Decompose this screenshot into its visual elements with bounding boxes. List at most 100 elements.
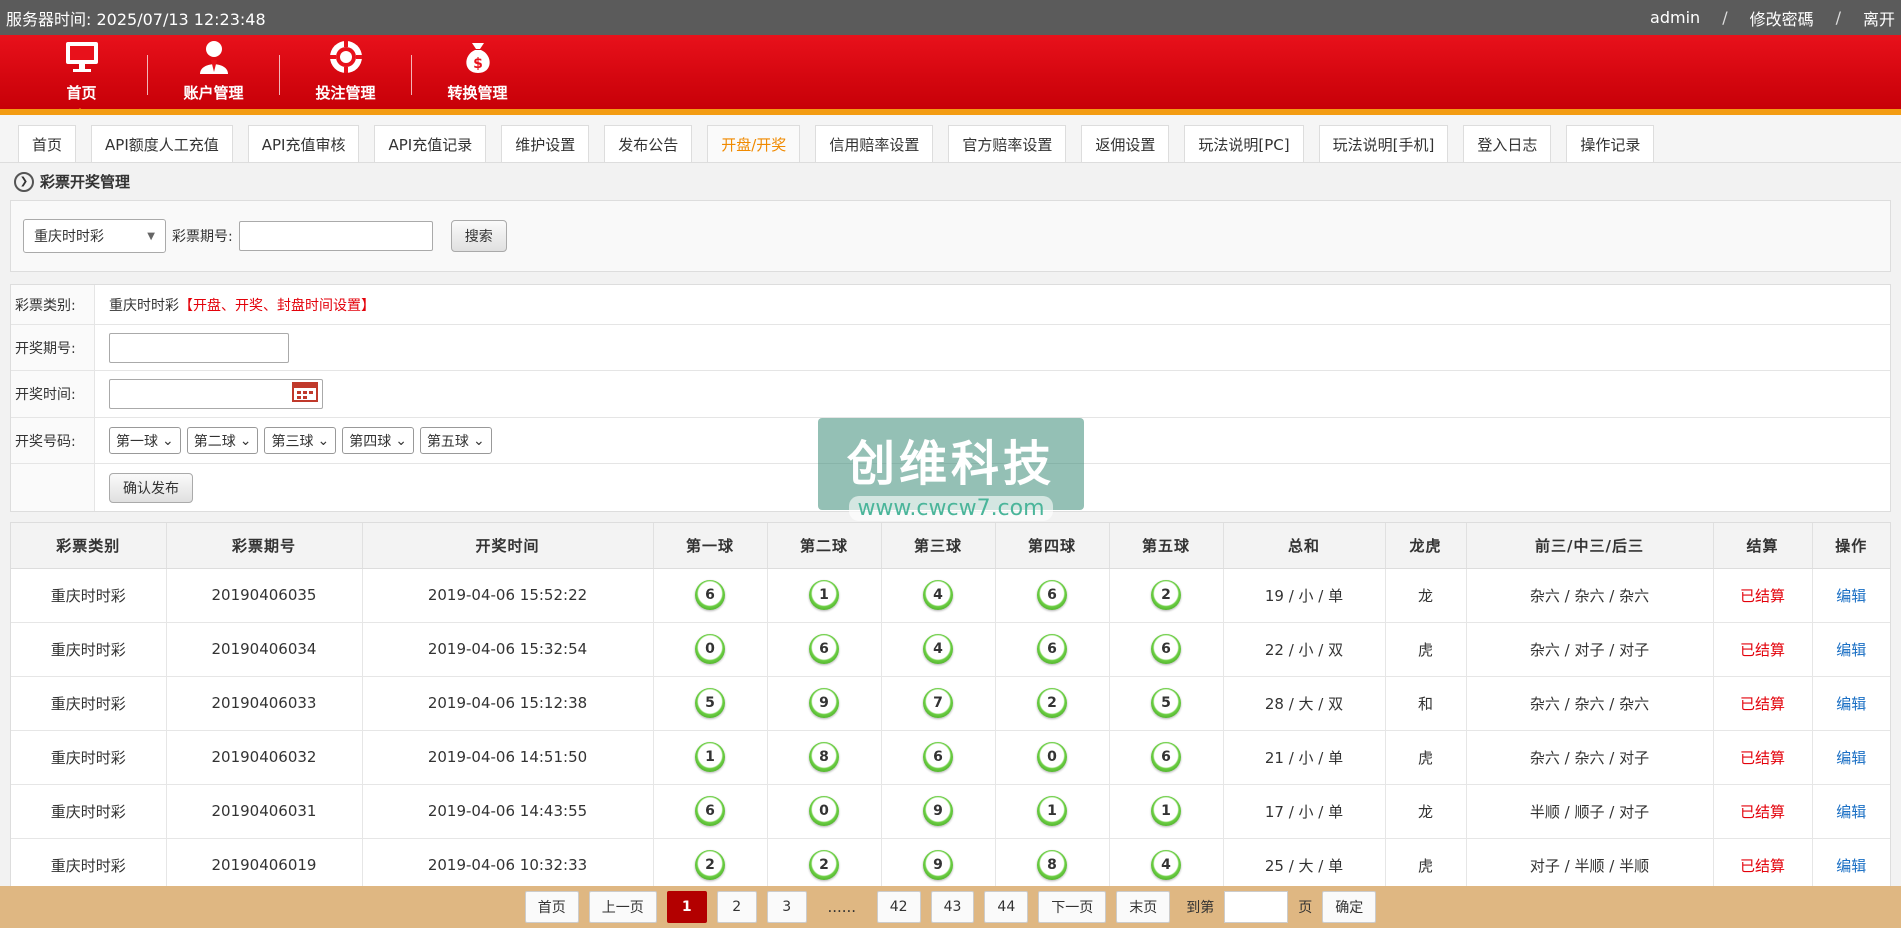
cell-issue: 20190406034 [166, 622, 363, 677]
ball-number: 5 [695, 688, 725, 718]
cell-op: 编辑 [1812, 784, 1890, 839]
tab-rules-mobile[interactable]: 玩法说明[手机] [1318, 125, 1449, 162]
chip-icon [326, 37, 366, 77]
pager-page-2[interactable]: 2 [716, 891, 757, 923]
issue-search-input[interactable] [238, 221, 433, 251]
cell-sum: 28 / 大 / 双 [1223, 676, 1386, 731]
pager-page-42[interactable]: 42 [876, 891, 921, 923]
tab-credit-odds[interactable]: 信用赔率设置 [815, 125, 934, 162]
tab-api-manual-recharge[interactable]: API额度人工充值 [91, 125, 233, 162]
cell-b3: 9 [881, 784, 996, 839]
edit-link[interactable]: 编辑 [1836, 641, 1866, 659]
status-badge: 已结算 [1739, 802, 1785, 821]
pager-page-44[interactable]: 44 [984, 891, 1029, 923]
username: admin [1650, 8, 1701, 27]
pager-next[interactable]: 下一页 [1038, 891, 1107, 923]
tab-announcement[interactable]: 发布公告 [604, 125, 693, 162]
edit-link[interactable]: 编辑 [1836, 857, 1866, 875]
search-button[interactable]: 搜索 [450, 220, 507, 252]
edit-link[interactable]: 编辑 [1836, 749, 1866, 767]
draw-code-label: 开奖号码: [11, 418, 95, 463]
lottery-select[interactable]: 重庆时时彩 ▼ [23, 219, 166, 253]
ball-number: 0 [695, 634, 725, 664]
ball-number: 6 [1037, 580, 1067, 610]
cell-status: 已结算 [1713, 730, 1813, 785]
chevron-right-icon: ❯ [14, 171, 34, 192]
issue-label: 彩票期号: [172, 229, 233, 245]
nav-label: 账户管理 [183, 84, 244, 102]
draw-time-input[interactable] [109, 379, 323, 409]
tab-rules-pc[interactable]: 玩法说明[PC] [1184, 125, 1304, 162]
ball-5-select[interactable]: 第五球 ⌄ [419, 427, 492, 454]
ball-2-select[interactable]: 第二球 ⌄ [186, 427, 259, 454]
cell-b1: 1 [653, 730, 768, 785]
main-nav: 首页 账户管理 投注管理 $ 转换管理 [0, 35, 1901, 115]
separator: / [1835, 8, 1841, 27]
cell-sum: 21 / 小 / 单 [1223, 730, 1386, 785]
ball-1-select[interactable]: 第一球 ⌄ [109, 427, 181, 454]
ball-number: 2 [809, 850, 839, 880]
ball-number: 4 [923, 634, 953, 664]
cell-b5: 6 [1109, 622, 1224, 677]
status-badge: 已结算 [1739, 748, 1785, 767]
pager-prev[interactable]: 上一页 [588, 891, 657, 923]
ball-number: 8 [1037, 850, 1067, 880]
ball-3-select[interactable]: 第三球 ⌄ [264, 427, 337, 454]
goto-page-input[interactable] [1224, 891, 1289, 923]
goto-label: 到第 [1186, 900, 1215, 916]
edit-link[interactable]: 编辑 [1836, 695, 1866, 713]
cell-time: 2019-04-06 15:52:22 [362, 568, 654, 623]
tab-operation-log[interactable]: 操作记录 [1566, 125, 1655, 162]
chevron-down-icon: ⌄ [317, 432, 330, 449]
ball-number: 4 [923, 580, 953, 610]
cell-time: 2019-04-06 14:51:50 [362, 730, 654, 785]
ball-number: 6 [809, 634, 839, 664]
nav-bets[interactable]: 投注管理 [280, 33, 411, 109]
tab-rebate[interactable]: 返佣设置 [1081, 125, 1170, 162]
pagination: 首页 上一页 1 2 3 ...... 42 43 44 下一页 末页 到第 页… [0, 886, 1901, 928]
nav-accounts[interactable]: 账户管理 [148, 33, 279, 109]
tab-draw[interactable]: 开盘/开奖 [707, 125, 801, 162]
goto-confirm-button[interactable]: 确定 [1322, 891, 1377, 923]
cell-time: 2019-04-06 15:12:38 [362, 676, 654, 731]
cell-b4: 6 [995, 622, 1110, 677]
tab-api-recharge-records[interactable]: API充值记录 [374, 125, 487, 162]
status-badge: 已结算 [1739, 694, 1785, 713]
confirm-publish-button[interactable]: 确认发布 [109, 472, 193, 503]
nav-transfer[interactable]: $ 转换管理 [412, 33, 543, 109]
cell-b4: 0 [995, 730, 1110, 785]
ball-number: 0 [809, 796, 839, 826]
ball-4-select[interactable]: 第四球 ⌄ [342, 427, 414, 454]
pager-page-1[interactable]: 1 [666, 891, 707, 923]
pager-page-43[interactable]: 43 [930, 891, 975, 923]
tab-maintenance[interactable]: 维护设置 [501, 125, 590, 162]
tab-official-odds[interactable]: 官方赔率设置 [948, 125, 1067, 162]
chevron-down-icon: ⌄ [239, 432, 252, 449]
change-password-link[interactable]: 修改密碼 [1750, 6, 1814, 30]
caret-down-icon: ▼ [147, 230, 155, 242]
draw-issue-input[interactable] [109, 332, 289, 363]
cell-b3: 7 [881, 676, 996, 731]
table-row: 重庆时时彩 20190406019 2019-04-06 10:32:33 2 2 9 8 4… [11, 838, 1890, 893]
edit-link[interactable]: 编辑 [1836, 803, 1866, 821]
nav-home[interactable]: 首页 [16, 33, 147, 115]
edit-link[interactable]: 编辑 [1836, 587, 1866, 605]
pager-page-3[interactable]: 3 [766, 891, 807, 923]
empty-label [11, 464, 95, 511]
cell-op: 编辑 [1812, 622, 1890, 677]
tab-login-log[interactable]: 登入日志 [1463, 125, 1552, 162]
time-settings-link[interactable]: 【开盘、开奖、封盘时间设置】 [179, 295, 375, 315]
calendar-icon[interactable] [292, 382, 318, 406]
tab-home[interactable]: 首页 [18, 125, 77, 162]
cell-issue: 20190406032 [166, 730, 363, 785]
tab-api-recharge-review[interactable]: API充值审核 [247, 125, 360, 162]
pager-first[interactable]: 首页 [524, 891, 579, 923]
cell-type: 重庆时时彩 [11, 838, 167, 893]
logout-link[interactable]: 离开 [1863, 6, 1895, 30]
ball-select-value: 第四球 [349, 433, 392, 450]
column-header: 开奖时间 [362, 523, 654, 569]
cell-sum: 19 / 小 / 单 [1223, 568, 1386, 623]
cell-dt: 龙 [1385, 784, 1467, 839]
pager-last[interactable]: 末页 [1116, 891, 1171, 923]
top-status-bar: 服务器时间: 2025/07/13 12:23:48 admin / 修改密碼 … [0, 0, 1901, 35]
